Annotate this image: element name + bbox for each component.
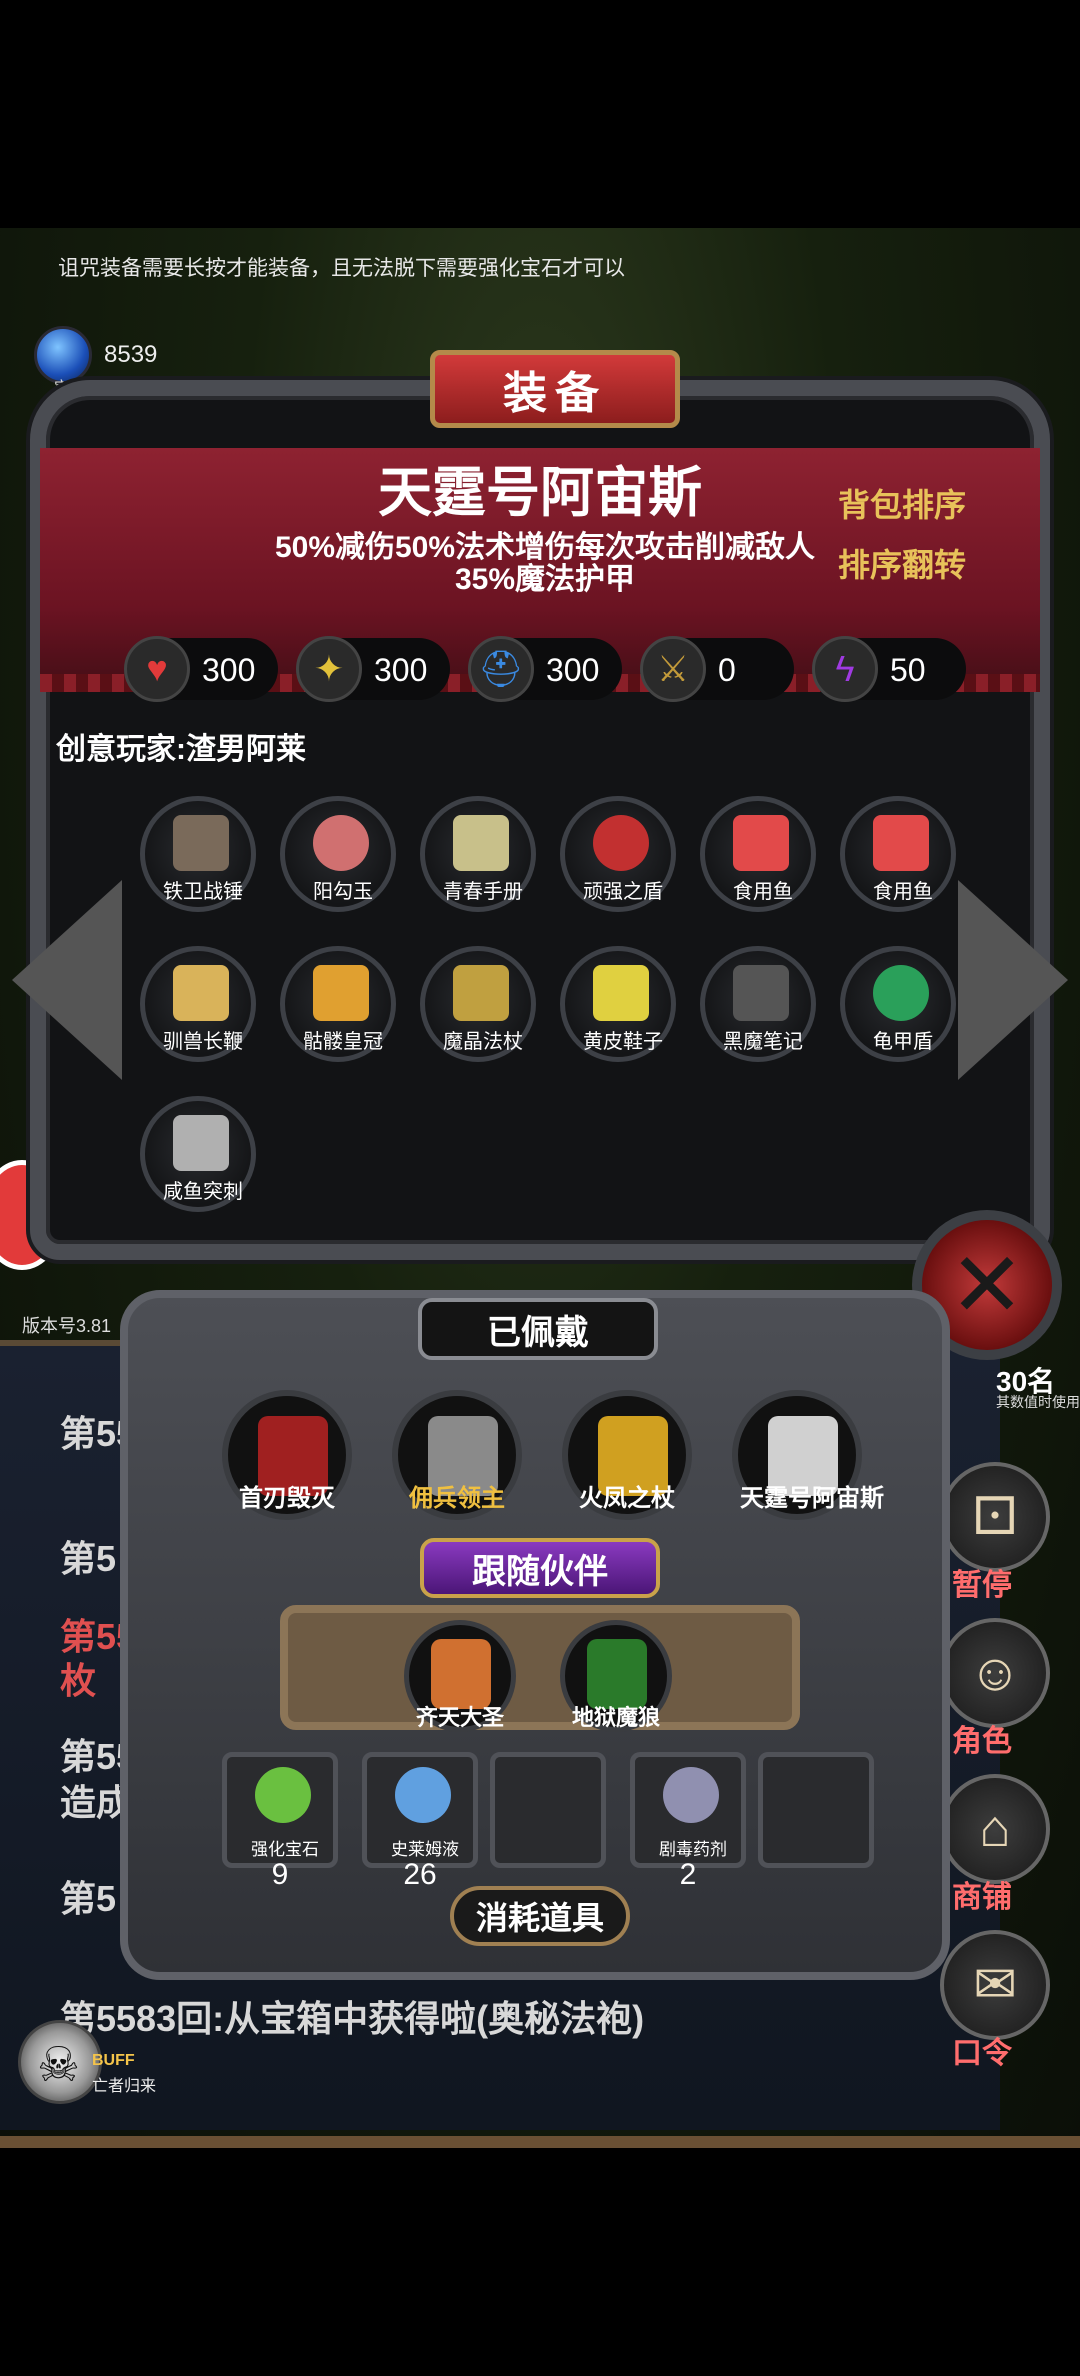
pause-button[interactable]: ⚀ (940, 1462, 1050, 1572)
consumable-slot[interactable] (758, 1752, 874, 1868)
consumable-slot[interactable]: 剧毒药剂 (630, 1752, 746, 1868)
character-label: 角色 (952, 1725, 1012, 1758)
stat-defense: ⛑ 300 (468, 636, 622, 702)
consumable-slot[interactable] (490, 1752, 606, 1868)
bag-item[interactable]: 青春手册 (420, 796, 536, 912)
jade-icon (313, 815, 369, 871)
buff-label: BUFF (92, 2052, 135, 2069)
stat-attack: ⚔ 0 (640, 636, 794, 702)
strength-icon: ✦ (296, 636, 362, 702)
gem-count: 8539 (104, 341, 158, 368)
consumable-count: 26 (403, 1858, 437, 1891)
consumable-count: 2 (679, 1858, 697, 1891)
bag-item[interactable]: 顽强之盾 (560, 796, 676, 912)
shop-button[interactable]: ⌂ (940, 1774, 1050, 1884)
bag-item[interactable]: 骷髅皇冠 (280, 946, 396, 1062)
dice-icon: ⚀ (972, 1488, 1018, 1546)
stat-hp: ♥ 300 (124, 636, 278, 702)
stats-bar: ♥ 300 ✦ 300 ⛑ 300 ⚔ 0 ϟ 50 (124, 636, 988, 702)
hood-icon: ☺ (968, 1644, 1022, 1702)
hammer-icon (173, 815, 229, 871)
potion-icon (395, 1767, 451, 1823)
fragment-note: 其数值时使用 (996, 1394, 1080, 1410)
consumable-slot[interactable]: 史莱姆液 (362, 1752, 478, 1868)
bag-item[interactable]: 铁卫战锤 (140, 796, 256, 912)
whip-icon (173, 965, 229, 1021)
bag-item[interactable]: 龟甲盾 (840, 946, 956, 1062)
worn-label: 佣兵领主 (409, 1485, 505, 1512)
bag-item[interactable]: 黑魔笔记 (700, 946, 816, 1062)
log-line: 枚 (60, 1660, 97, 1701)
companion-label: 齐天大圣 (415, 1705, 504, 1730)
heart-icon: ♥ (124, 636, 190, 702)
shop-icon: ⌂ (979, 1800, 1011, 1858)
pause-label: 暂停 (952, 1569, 1012, 1602)
companion-box (280, 1605, 800, 1730)
spear-icon (173, 1115, 229, 1171)
bottom-bar (0, 2136, 1080, 2148)
companion-label: 地狱魔狼 (571, 1705, 660, 1730)
companion-title: 跟随伙伴 (420, 1538, 660, 1598)
monkey-king-icon (431, 1639, 491, 1709)
shoes-icon (593, 965, 649, 1021)
worn-label: 天霆号阿宙斯 (740, 1485, 884, 1512)
gem-icon (255, 1767, 311, 1823)
fish-icon (733, 815, 789, 871)
shop-label: 商铺 (952, 1881, 1012, 1914)
bag-item[interactable]: 黄皮鞋子 (560, 946, 676, 1062)
equipment-title: 装备 (430, 350, 680, 428)
reverse-sort-button[interactable]: 排序翻转 (832, 540, 972, 586)
consumable-count: 9 (271, 1858, 289, 1891)
scroll-icon: ✉ (973, 1956, 1017, 2014)
curse-hint: 诅咒装备需要长按才能装备，且无法脱下需要强化宝石才可以 (58, 257, 625, 280)
gem-counter: 8539 宝石 (34, 326, 158, 396)
bag-item[interactable]: 阳勾玉 (280, 796, 396, 912)
book-icon (453, 815, 509, 871)
bag-item[interactable]: 食用鱼 (700, 796, 816, 912)
stat-strength: ✦ 300 (296, 636, 450, 702)
sword-icon: ⚔ (640, 636, 706, 702)
consumables-title: 消耗道具 (450, 1886, 630, 1946)
crown-icon (313, 965, 369, 1021)
close-icon: ✕ (949, 1235, 1025, 1336)
worn-title: 已佩戴 (418, 1298, 658, 1360)
turtle-shield-icon (873, 965, 929, 1021)
item-description: 50%减伤50%法术增伤每次攻击削减敌人35%魔法护甲 (274, 531, 816, 596)
owner-label: 创意玩家:渣男阿莱 (56, 733, 306, 766)
stat-magic: ϟ 50 (812, 636, 966, 702)
staff-icon (453, 965, 509, 1021)
consumable-slot[interactable]: 强化宝石 (222, 1752, 338, 1868)
bag-item[interactable]: 咸鱼突刺 (140, 1096, 256, 1212)
shield-icon (593, 815, 649, 871)
fish-icon (873, 815, 929, 871)
dark-book-icon (733, 965, 789, 1021)
version-label: 版本号3.81 (22, 1316, 112, 1336)
character-button[interactable]: ☺ (940, 1618, 1050, 1728)
buff-skull-icon[interactable]: ☠ (18, 2020, 102, 2104)
log-line: 第5 (60, 1878, 117, 1919)
lightning-icon: ϟ (812, 636, 878, 702)
poison-icon (663, 1767, 719, 1823)
worn-label: 火凤之杖 (579, 1485, 675, 1512)
buff-sub: 亡者归来 (92, 2078, 157, 2095)
sort-bag-button[interactable]: 背包排序 (832, 480, 972, 526)
bag-item[interactable]: 驯兽长鞭 (140, 946, 256, 1062)
bag-item[interactable]: 魔晶法杖 (420, 946, 536, 1062)
log-line: 第5 (60, 1538, 117, 1579)
code-button[interactable]: ✉ (940, 1930, 1050, 2040)
log-line: 第5583回:从宝箱中获得啦(奥秘法袍) (60, 1998, 645, 2039)
wolf-icon (587, 1639, 647, 1709)
bag-item[interactable]: 食用鱼 (840, 796, 956, 912)
worn-label: 首刃毁灭 (239, 1485, 335, 1512)
code-label: 口令 (952, 2037, 1012, 2070)
helmet-icon: ⛑ (468, 636, 534, 702)
